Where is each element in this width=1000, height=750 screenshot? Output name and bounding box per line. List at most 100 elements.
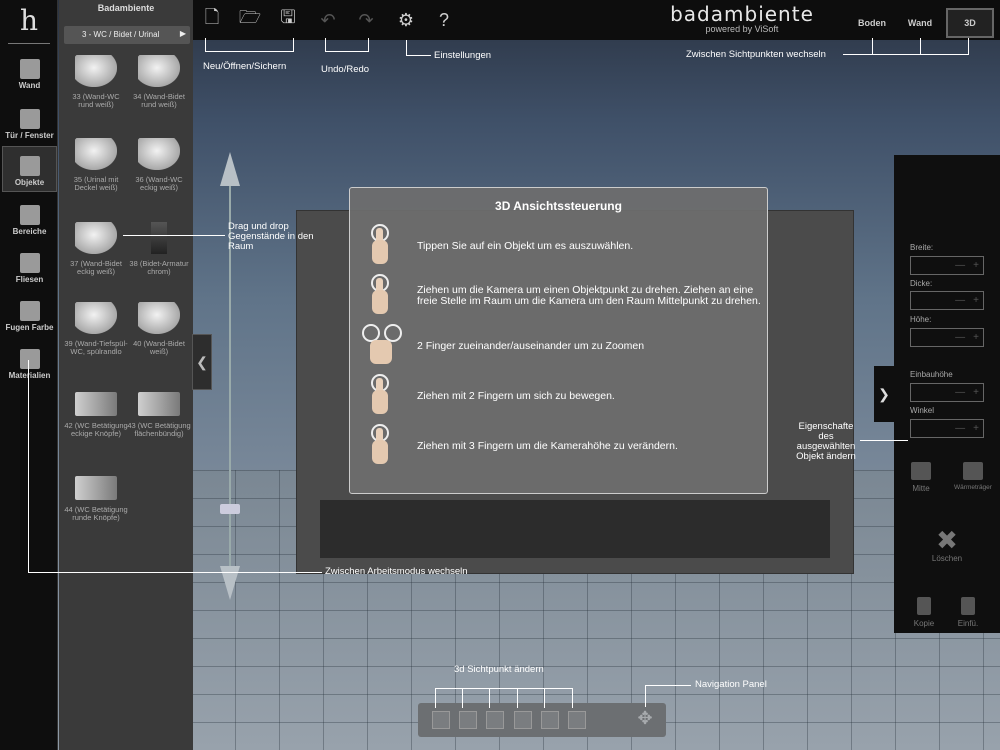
paste-icon bbox=[961, 597, 975, 615]
save-icon[interactable]: 🖫 bbox=[274, 6, 302, 34]
view-cube-icon[interactable] bbox=[432, 711, 450, 729]
item-label: 39 (Wand-Tiefspül-WC, spülrandlo bbox=[64, 339, 128, 356]
mode-materials[interactable]: Materialien bbox=[2, 338, 57, 384]
new-file-icon[interactable]: 🗋 bbox=[198, 6, 226, 34]
settings-gear-icon[interactable]: ⚙ bbox=[392, 6, 420, 34]
two-finger-gesture-icon bbox=[362, 374, 400, 416]
collapse-catalog-button[interactable]: ❮ bbox=[192, 334, 212, 390]
callout-line bbox=[205, 51, 294, 52]
view-controls-dialog[interactable]: 3D Ansichtssteuerung Tippen Sie auf ein … bbox=[349, 187, 768, 494]
catalog-item[interactable]: 33 (Wand-WC rund weiß) bbox=[64, 55, 128, 109]
bidet-wall-icon bbox=[138, 302, 180, 334]
center-button[interactable]: Mitte bbox=[904, 462, 938, 493]
callout-line bbox=[123, 235, 225, 236]
toggle-properties-button[interactable]: ❯ bbox=[874, 366, 894, 422]
mode-door-window[interactable]: Tür / Fenster bbox=[2, 98, 57, 144]
paste-label: Einfü. bbox=[957, 619, 979, 628]
mode-wall[interactable]: Wand bbox=[2, 48, 57, 94]
arrow-up-icon[interactable] bbox=[220, 152, 240, 186]
bidet-tap-icon bbox=[151, 222, 167, 254]
install-height-label: Einbauhöhe bbox=[910, 370, 953, 379]
copy-button[interactable]: Kopie bbox=[906, 597, 942, 628]
mode-tiles[interactable]: Fliesen bbox=[2, 242, 57, 288]
center-label: Mitte bbox=[912, 484, 930, 493]
catalog-item[interactable]: 39 (Wand-Tiefspül-WC, spülrandlo bbox=[64, 302, 128, 356]
heating-button[interactable]: Wärmeträger bbox=[950, 462, 996, 491]
view-cube-icon[interactable] bbox=[514, 711, 532, 729]
mode-label: Objekte bbox=[14, 178, 45, 187]
tab-floor[interactable]: Boden bbox=[852, 8, 892, 38]
tab-wall[interactable]: Wand bbox=[898, 8, 942, 38]
catalog-category-selector[interactable]: 3 - WC / Bidet / Urinal ▶ bbox=[64, 26, 190, 44]
view-cube-icon[interactable] bbox=[541, 711, 559, 729]
annotation-switch-view: Zwischen Sichtpunkten wechseln bbox=[686, 49, 826, 60]
hint-row: Tippen Sie auf ein Objekt um es auszuwäh… bbox=[362, 224, 762, 266]
mode-objects[interactable]: Objekte bbox=[2, 146, 57, 192]
callout-line bbox=[968, 38, 969, 54]
redo-icon[interactable]: ↷ bbox=[352, 6, 380, 34]
callout-line bbox=[517, 688, 518, 708]
item-label: 33 (Wand-WC rund weiß) bbox=[72, 92, 120, 109]
callout-line bbox=[872, 38, 873, 54]
height-stepper[interactable]: — + bbox=[910, 328, 984, 347]
catalog-item[interactable]: 38 (Bidet-Armatur chrom) bbox=[127, 222, 191, 276]
catalog-item[interactable]: 42 (WC Betätigung eckige Knöpfe) bbox=[64, 386, 128, 438]
brand-name: badambiente bbox=[670, 2, 814, 26]
wc-deep-flush-icon bbox=[75, 302, 117, 334]
chevron-right-icon: ▶ bbox=[179, 29, 186, 38]
undo-icon[interactable]: ↶ bbox=[314, 6, 342, 34]
flush-plate-round-icon bbox=[75, 476, 117, 500]
delete-button[interactable]: ✖ Löschen bbox=[922, 526, 972, 563]
install-height-stepper[interactable]: — + bbox=[910, 383, 984, 402]
height-slider-knob[interactable] bbox=[220, 504, 240, 514]
paste-button[interactable]: Einfü. bbox=[950, 597, 986, 628]
mode-label: Fugen Farbe bbox=[5, 323, 54, 332]
callout-line bbox=[28, 360, 29, 572]
wc-round-icon bbox=[75, 55, 117, 87]
chevron-left-icon: ❮ bbox=[196, 353, 208, 370]
catalog-item[interactable]: 43 (WC Betätigung flächenbündig) bbox=[127, 386, 191, 438]
center-icon bbox=[911, 462, 931, 480]
angle-stepper[interactable]: — + bbox=[910, 419, 984, 438]
callout-line bbox=[368, 38, 369, 52]
mode-label: Fliesen bbox=[15, 275, 44, 284]
mode-label: Materialien bbox=[8, 371, 51, 380]
hint-text: 2 Finger zueinander/auseinander um zu Zo… bbox=[417, 339, 645, 352]
annotation-file-ops: Neu/Öffnen/Sichern bbox=[203, 61, 287, 72]
hint-row: Ziehen mit 3 Fingern um die Kamerahöhe z… bbox=[362, 424, 762, 466]
callout-line bbox=[462, 688, 463, 708]
mode-grout-color[interactable]: Fugen Farbe bbox=[2, 290, 57, 336]
catalog-item[interactable]: 44 (WC Betätigung runde Knöpfe) bbox=[64, 470, 128, 522]
heating-label: Wärmeträger bbox=[954, 484, 992, 491]
mode-areas[interactable]: Bereiche bbox=[2, 194, 57, 240]
dialog-title: 3D Ansichtssteuerung bbox=[495, 199, 622, 213]
catalog-item[interactable]: 34 (Wand-Bidet rund weiß) bbox=[127, 55, 191, 109]
bidet-square-icon bbox=[75, 222, 117, 254]
mode-label: Wand bbox=[18, 81, 41, 90]
callout-line bbox=[325, 38, 326, 52]
view-cube-icon[interactable] bbox=[568, 711, 586, 729]
thickness-stepper[interactable]: — + bbox=[910, 291, 984, 310]
catalog-item[interactable]: 40 (Wand-Bidet weiß) bbox=[127, 302, 191, 356]
catalog-item[interactable]: 35 (Urinal mit Deckel weiß) bbox=[64, 138, 128, 192]
view-cube-icon[interactable] bbox=[486, 711, 504, 729]
catalog-item[interactable]: 36 (Wand-WC eckig weiß) bbox=[127, 138, 191, 192]
item-label: 42 (WC Betätigung eckige Knöpfe) bbox=[64, 421, 128, 438]
tab-3d[interactable]: 3D bbox=[946, 8, 994, 38]
annotation-change-3d-view: 3d Sichtpunkt ändern bbox=[454, 664, 544, 675]
catalog-item[interactable]: 37 (Wand-Bidet eckig weiß) bbox=[64, 222, 128, 276]
callout-line bbox=[645, 685, 646, 707]
brand-logo: badambiente powered by ViSoft bbox=[652, 2, 832, 34]
navigation-move-icon[interactable]: ✥ bbox=[634, 708, 656, 730]
drag-gesture-icon bbox=[362, 274, 400, 316]
app-logo: h bbox=[8, 4, 50, 44]
catalog-category: 3 - WC / Bidet / Urinal bbox=[82, 30, 160, 39]
open-folder-icon[interactable]: 🗁 bbox=[236, 6, 264, 34]
areas-icon bbox=[19, 205, 40, 225]
width-stepper[interactable]: — + bbox=[910, 256, 984, 275]
help-icon[interactable]: ? bbox=[430, 6, 458, 34]
chevron-right-icon: ❯ bbox=[878, 385, 890, 402]
annotation-switch-mode: Zwischen Arbeitsmodus wechseln bbox=[325, 566, 468, 577]
annotation-settings: Einstellungen bbox=[434, 50, 492, 61]
view-cube-icon[interactable] bbox=[459, 711, 477, 729]
